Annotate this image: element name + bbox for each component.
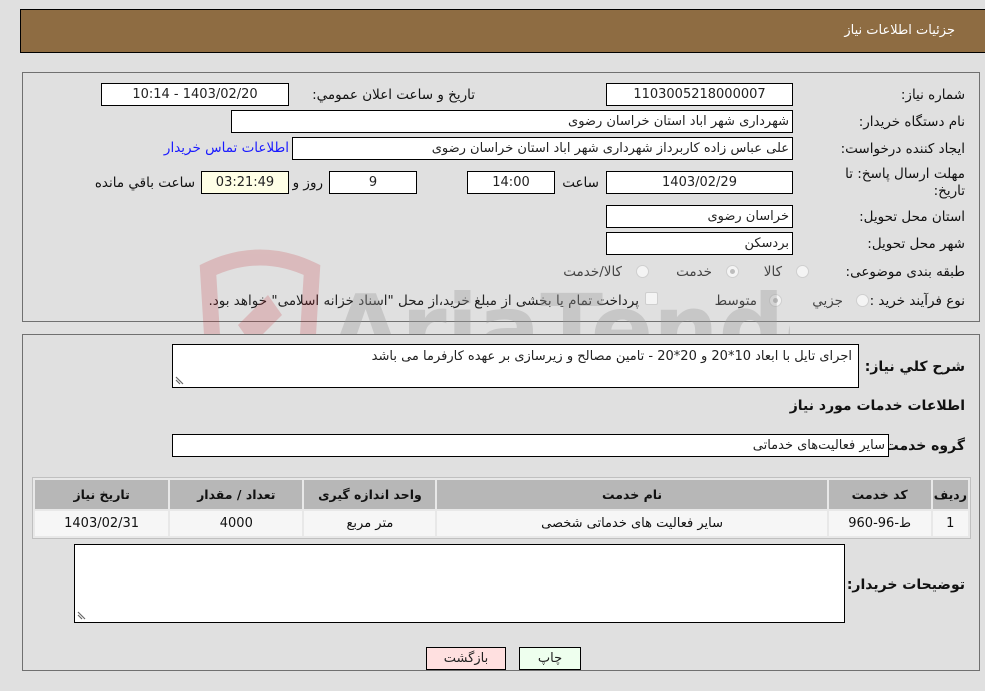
category-goods-label: کالا xyxy=(763,264,782,280)
page-header: جزئیات اطلاعات نیاز xyxy=(20,9,985,53)
service-group-label: گروه خدمت: xyxy=(879,438,965,454)
buyer-notes-label: توضیحات خریدار: xyxy=(846,577,965,593)
purchase-type-label: نوع فرآیند خرید : xyxy=(869,293,965,309)
creator-field: علی عباس زاده کاربرداز شهرداری شهر اباد … xyxy=(292,137,793,160)
treasury-checkbox[interactable] xyxy=(645,292,658,305)
description-text: اجرای تایل با ابعاد 10*20 و 20*20 - تامی… xyxy=(371,349,852,364)
delivery-province-label: استان محل تحویل: xyxy=(859,209,965,225)
col-header-need-date: تاریخ نیاز xyxy=(35,480,169,509)
buyer-org-field: شهرداری شهر اباد استان خراسان رضوی xyxy=(231,110,793,133)
remaining-time-label: ساعت باقي مانده xyxy=(94,175,195,191)
cell-unit: متر مربع xyxy=(304,511,436,536)
col-header-unit: واحد اندازه گیری xyxy=(304,480,436,509)
delivery-city-field: بردسکن xyxy=(606,232,793,255)
need-number-label: شماره نیاز: xyxy=(900,87,965,103)
purchase-medium-radio[interactable] xyxy=(769,294,782,307)
delivery-city-label: شهر محل تحویل: xyxy=(867,236,965,252)
description-textarea[interactable]: اجرای تایل با ابعاد 10*20 و 20*20 - تامی… xyxy=(172,344,859,388)
details-panel: شرح کلي نياز: اجرای تایل با ابعاد 10*20 … xyxy=(22,334,980,671)
category-label: طبقه بندی موضوعی: xyxy=(845,264,965,280)
deadline-date-field: 1403/02/29 xyxy=(606,171,793,194)
category-goods-service-label: کالا/خدمت xyxy=(563,264,622,280)
deadline-label: مهلت ارسال پاسخ: تا تاریخ: xyxy=(845,166,965,199)
treasury-note: پرداخت تمام یا بخشی از مبلغ خرید،از محل … xyxy=(208,293,639,309)
print-button[interactable]: چاپ xyxy=(519,647,581,670)
col-header-quantity: تعداد / مقدار xyxy=(170,480,303,509)
announce-label: تاریخ و ساعت اعلان عمومي: xyxy=(312,87,475,103)
category-goods-service-radio[interactable] xyxy=(636,265,649,278)
table-header-row: ردیف کد خدمت نام خدمت واحد اندازه گیری ت… xyxy=(35,480,968,509)
col-header-service-code: کد خدمت xyxy=(828,480,931,509)
announce-field: 1403/02/20 - 10:14 xyxy=(101,83,289,106)
cell-row-number: 1 xyxy=(932,511,968,536)
creator-label: ایجاد کننده درخواست: xyxy=(840,141,965,157)
services-table: ردیف کد خدمت نام خدمت واحد اندازه گیری ت… xyxy=(32,477,971,539)
days-label: روز و xyxy=(292,175,323,191)
purchase-minor-label: جزيي xyxy=(812,293,843,309)
cell-quantity: 4000 xyxy=(170,511,303,536)
back-button[interactable]: بازگشت xyxy=(426,647,506,670)
col-header-row-number: ردیف xyxy=(932,480,968,509)
buyer-notes-textarea[interactable] xyxy=(74,544,845,623)
service-group-field: سایر فعالیت‌های خدماتی xyxy=(172,434,889,457)
buyer-org-label: نام دستگاه خريدار: xyxy=(858,114,965,130)
deadline-time-label: ساعت xyxy=(562,175,599,191)
col-header-service-name: نام خدمت xyxy=(437,480,827,509)
need-info-panel: شماره نیاز: 1103005218000007 تاریخ و ساع… xyxy=(22,72,980,322)
services-heading: اطلاعات خدمات مورد نياز xyxy=(789,398,965,414)
resize-grip-icon[interactable] xyxy=(77,611,86,620)
category-goods-radio[interactable] xyxy=(796,265,809,278)
table-row: 1 ط-96-960 سایر فعالیت های خدماتی شخصی م… xyxy=(35,511,968,536)
deadline-time-field: 14:00 xyxy=(467,171,555,194)
delivery-province-field: خراسان رضوی xyxy=(606,205,793,228)
buyer-contact-link[interactable]: اطلاعات تماس خریدار xyxy=(164,140,289,156)
need-number-field: 1103005218000007 xyxy=(606,83,793,106)
description-label: شرح کلي نياز: xyxy=(864,359,965,375)
page-title: جزئیات اطلاعات نیاز xyxy=(844,23,955,38)
cell-service-name: سایر فعالیت های خدماتی شخصی xyxy=(437,511,827,536)
resize-grip-icon[interactable] xyxy=(175,376,184,385)
purchase-minor-radio[interactable] xyxy=(856,294,869,307)
cell-need-date: 1403/02/31 xyxy=(35,511,169,536)
cell-service-code: ط-96-960 xyxy=(828,511,931,536)
remaining-time-field: 03:21:49 xyxy=(201,171,289,194)
category-service-radio[interactable] xyxy=(726,265,739,278)
category-service-label: خدمت xyxy=(676,264,712,280)
days-field: 9 xyxy=(329,171,417,194)
purchase-medium-label: متوسط xyxy=(714,293,757,309)
